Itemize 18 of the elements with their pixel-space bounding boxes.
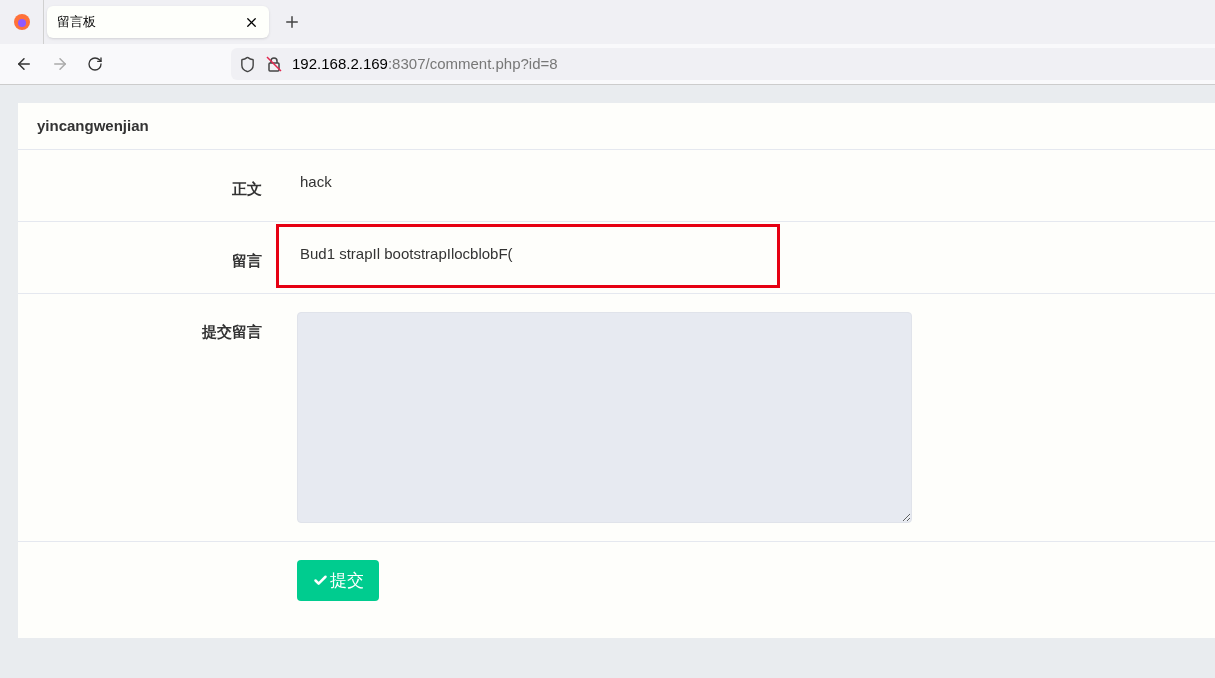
- field-value: hack: [300, 172, 333, 192]
- insecure-lock-icon[interactable]: [266, 56, 282, 72]
- message-input[interactable]: [297, 312, 912, 523]
- shield-icon[interactable]: [239, 55, 256, 73]
- field-value: Bud1 strapIl bootstrapIlocblobF(: [300, 244, 514, 264]
- reload-icon[interactable]: [87, 56, 103, 72]
- address-bar[interactable]: 192.168.2.169:8307/comment.php?id=8: [231, 48, 1215, 80]
- back-icon[interactable]: [15, 55, 33, 73]
- field-label: 留言: [232, 251, 262, 271]
- check-icon: [312, 573, 328, 588]
- new-tab-icon[interactable]: [283, 13, 301, 31]
- url-text: 192.168.2.169:8307/comment.php?id=8: [292, 53, 558, 74]
- field-label: 正文: [232, 179, 262, 199]
- browser-logo-icon: [12, 13, 31, 31]
- card-title: yincangwenjian: [37, 115, 149, 136]
- field-label: 提交留言: [202, 322, 262, 342]
- browser-tab[interactable]: 留言板: [47, 6, 269, 38]
- tab-title: 留言板: [57, 13, 97, 32]
